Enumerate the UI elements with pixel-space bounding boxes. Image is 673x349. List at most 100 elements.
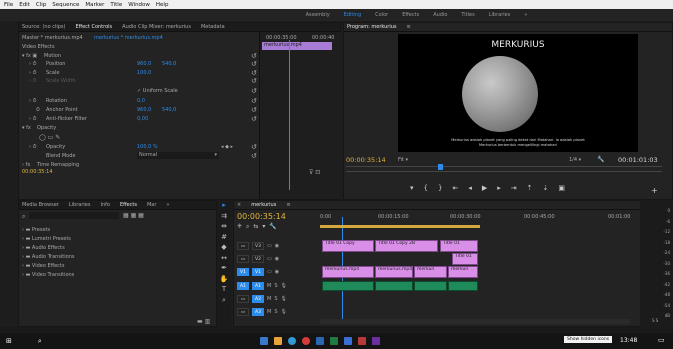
rolling-edit-icon[interactable]: #	[217, 232, 231, 243]
add-button-icon[interactable]: +	[651, 186, 658, 195]
folder-icon[interactable]	[273, 337, 282, 345]
menu-title[interactable]: Title	[110, 2, 122, 8]
go-to-out-icon[interactable]: ⇥	[511, 184, 527, 192]
solo-icon[interactable]: S	[274, 296, 277, 302]
stopwatch-icon[interactable]: › ⏱	[29, 70, 37, 76]
audio-clip-a1-2[interactable]	[375, 281, 413, 291]
ws-assembly[interactable]: Assembly	[306, 12, 330, 18]
clip-v1-3[interactable]: merkuri	[414, 266, 447, 278]
ws-more[interactable]: »	[524, 12, 527, 18]
eye-icon[interactable]: ◉	[275, 269, 279, 275]
tree-item-video-transitions[interactable]: › ▬ Video Transitions	[22, 271, 75, 280]
menu-clip[interactable]: Clip	[36, 2, 46, 8]
tab-info[interactable]: Info	[100, 202, 109, 208]
ripple-edit-icon[interactable]: ⇹	[217, 221, 231, 232]
lock-icon[interactable]: ▭	[267, 243, 272, 249]
program-video[interactable]: MERKURIUS Merkurius adalah planet yang p…	[398, 34, 638, 152]
reset-scale-width-icon[interactable]: ↺	[251, 77, 257, 85]
work-area-bar[interactable]	[320, 225, 480, 228]
premiere-icon[interactable]	[371, 337, 380, 345]
anchor-y[interactable]: 540,0	[162, 107, 176, 113]
master-clip[interactable]: Master * merkurius.mp4	[22, 35, 83, 41]
mic-icon[interactable]: 🎙	[281, 296, 287, 302]
timeline-scrollbar[interactable]	[320, 319, 630, 324]
fit-select[interactable]: Fit ▾	[398, 157, 408, 163]
target-v2[interactable]: ▭	[237, 255, 249, 263]
pen-tool-icon[interactable]: ✒	[217, 263, 231, 274]
clip-v3-3[interactable]: Title 01	[440, 240, 478, 252]
reset-rotation-icon[interactable]: ↺	[251, 97, 257, 105]
target-a1[interactable]: A1	[237, 282, 249, 290]
reset-motion-icon[interactable]: ↺	[251, 52, 257, 60]
uniform-scale-checkbox[interactable]: ✓ Uniform Scale	[137, 88, 178, 94]
mask-tools-icon[interactable]: ◯ ▭ ✎	[39, 134, 60, 141]
hand-tool-icon[interactable]: ✋	[217, 274, 231, 285]
position-x[interactable]: 960,0	[137, 61, 151, 67]
track-v3-label[interactable]: V3	[252, 242, 264, 250]
flicker-value[interactable]: 0,00	[137, 116, 148, 122]
track-v2-label[interactable]: V2	[252, 255, 264, 263]
menu-sequence[interactable]: Sequence	[52, 2, 79, 8]
transport-controls[interactable]: ▾{}⇤◂▶▸⇥⇡⇣▣	[410, 184, 575, 192]
new-bin-icon[interactable]: ▬ ▥	[197, 318, 210, 325]
audio-clip-a1-1[interactable]	[322, 281, 374, 291]
ws-effects[interactable]: Effects	[402, 12, 419, 18]
mute-icon[interactable]: M	[267, 309, 271, 315]
go-to-in-icon[interactable]: ⇤	[452, 184, 468, 192]
clip-v3-2[interactable]: Title 01 Copy 2B	[375, 240, 438, 252]
mute-icon[interactable]: M	[267, 283, 271, 289]
search-icon[interactable]: ⌕	[38, 337, 42, 346]
program-playhead[interactable]	[438, 164, 443, 170]
clip-v1-1[interactable]: merkurius.mp4	[322, 266, 374, 278]
timeline-ruler[interactable]: 0:00 00:00:15:00 00:00:30:00 00:00:45:00…	[320, 211, 640, 225]
tab-metadata[interactable]: Metadata	[201, 24, 225, 30]
clip-v1-2[interactable]: merkurius.mp4	[375, 266, 413, 278]
tab-program[interactable]: Program: merkurius	[347, 24, 397, 30]
marker-icon[interactable]: ▾	[410, 184, 424, 192]
menu-window[interactable]: Window	[128, 2, 150, 8]
ec-playhead[interactable]	[289, 40, 290, 190]
ws-titles[interactable]: Titles	[461, 12, 474, 18]
menu-file[interactable]: File	[4, 2, 13, 8]
motion-fx-toggle[interactable]: ▾ fx ▣	[22, 53, 37, 59]
audio-clip-a1-3[interactable]	[414, 281, 447, 291]
eye-icon[interactable]: ◉	[275, 256, 279, 262]
reset-blend-icon[interactable]: ↺	[251, 152, 257, 160]
tab-libraries[interactable]: Libraries	[69, 202, 91, 208]
tab-effects[interactable]: Effects	[120, 202, 137, 208]
opacity-value[interactable]: 100,0 %	[137, 144, 158, 150]
time-remap-toggle[interactable]: › fx	[22, 162, 30, 168]
tree-item-presets[interactable]: › ▬ Presets	[22, 226, 75, 235]
ec-clip-bar[interactable]: merkurius.mp4	[262, 42, 332, 50]
step-forward-icon[interactable]: ▸	[497, 184, 511, 192]
clip-v2-1[interactable]: Title 01	[452, 253, 478, 265]
file-explorer-icon[interactable]	[259, 337, 268, 345]
filter-icon[interactable]: ⊽ ⊡	[309, 169, 320, 176]
timeline-tools[interactable]: ⁜⌕⇆▾🔧	[237, 223, 281, 231]
reset-scale-icon[interactable]: ↺	[251, 69, 257, 77]
play-icon[interactable]: ▶	[482, 184, 497, 192]
menu-help[interactable]: Help	[156, 2, 169, 8]
zoom-tool-icon[interactable]: ⌕	[217, 295, 231, 306]
stopwatch-icon[interactable]: › ⏱	[29, 98, 37, 104]
mic-icon[interactable]: 🎙	[281, 309, 287, 315]
clip-v1-4[interactable]: merkuri	[448, 266, 478, 278]
acrobat-icon[interactable]	[357, 337, 366, 345]
ws-libraries[interactable]: Libraries	[489, 12, 511, 18]
tab-sequence[interactable]: merkurius	[251, 202, 276, 208]
reset-opacity-icon[interactable]: ↺	[251, 143, 257, 151]
target-v1[interactable]: V1	[237, 268, 249, 276]
ws-color[interactable]: Color	[375, 12, 388, 18]
reset-flicker-icon[interactable]: ↺	[251, 115, 257, 123]
tab-media-browser[interactable]: Media Browser	[22, 202, 59, 208]
track-a1-label[interactable]: A1	[252, 282, 264, 290]
solo-icon[interactable]: S	[274, 309, 277, 315]
wrench-icon[interactable]: 🔧	[597, 156, 604, 163]
edge-icon[interactable]	[287, 337, 296, 345]
reset-anchor-icon[interactable]: ↺	[251, 106, 257, 114]
mic-icon[interactable]: 🎙	[281, 283, 287, 289]
ws-audio[interactable]: Audio	[433, 12, 447, 18]
extract-icon[interactable]: ⇣	[543, 184, 559, 192]
track-a3-label[interactable]: A3	[252, 308, 264, 316]
slip-tool-icon[interactable]: ↔	[217, 253, 231, 264]
